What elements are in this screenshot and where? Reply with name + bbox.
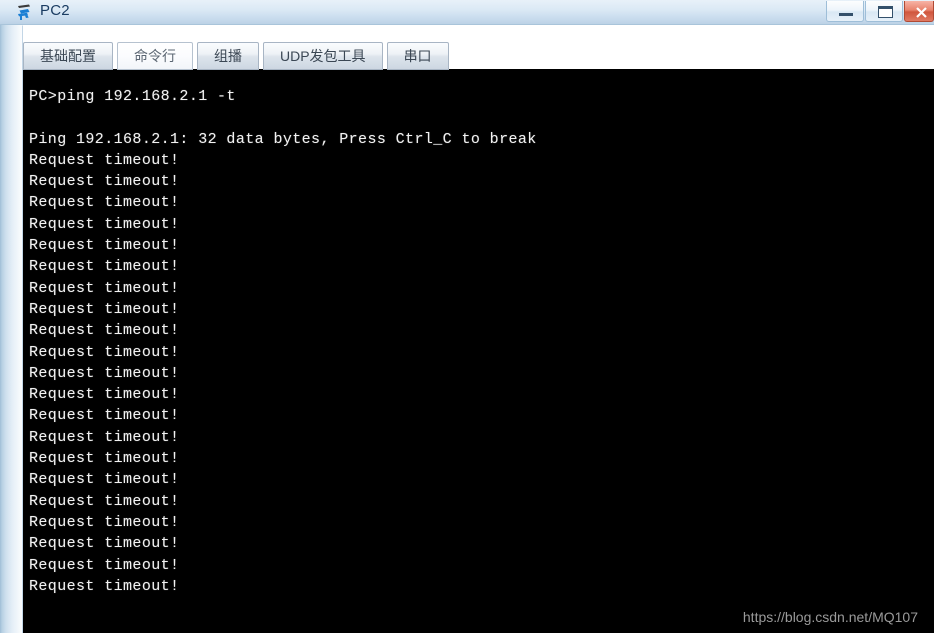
minimize-icon — [839, 13, 853, 16]
console-line: Request timeout! — [29, 577, 180, 595]
tab-serial-port[interactable]: 串口 — [386, 42, 449, 70]
console-line: Request timeout! — [29, 194, 180, 212]
tab-multicast[interactable]: 组播 — [197, 42, 259, 70]
console-lines: PC>ping 192.168.2.1 -t Ping 192.168.2.1:… — [29, 86, 934, 633]
console-line: Request timeout! — [29, 237, 180, 255]
tab-strip: 基础配置 命令行 组播 UDP发包工具 串口 — [23, 38, 934, 70]
console-line: Request timeout! — [29, 258, 180, 276]
console-line: Request timeout! — [29, 173, 180, 191]
tab-command-line-label: 命令行 — [134, 48, 176, 64]
tab-basic-config-label: 基础配置 — [40, 48, 96, 64]
console-output[interactable]: PC>ping 192.168.2.1 -t Ping 192.168.2.1:… — [23, 69, 934, 633]
console-line: Request timeout! — [29, 535, 180, 553]
tab-udp-tool-label: UDP发包工具 — [280, 48, 366, 64]
tab-multicast-label: 组播 — [214, 48, 242, 64]
close-button[interactable] — [904, 1, 934, 22]
console-line: Request timeout! — [29, 513, 180, 531]
console-line: PC>ping 192.168.2.1 -t — [29, 88, 236, 105]
console-line: Request timeout! — [29, 386, 180, 404]
tab-command-line[interactable]: 命令行 — [117, 42, 193, 70]
title-bar[interactable]: PC2 — [0, 0, 934, 25]
close-icon — [915, 6, 928, 19]
console-line: Request timeout! — [29, 322, 180, 340]
console-line: Request timeout! — [29, 471, 180, 489]
console-line: Request timeout! — [29, 364, 180, 382]
console-line: Request timeout! — [29, 556, 180, 574]
emulator-window: PC2 基础配置 命令行 组播 UDP发包工具 串口 PC>ping 192.1… — [0, 0, 934, 633]
window-controls — [825, 0, 934, 23]
console-line: Request timeout! — [29, 450, 180, 468]
tab-udp-tool[interactable]: UDP发包工具 — [263, 42, 383, 70]
console-line: Request timeout! — [29, 343, 180, 361]
console-line: Request timeout! — [29, 151, 180, 169]
console-line: Request timeout! — [29, 279, 180, 297]
console-line: Request timeout! — [29, 300, 180, 318]
maximize-icon — [878, 6, 893, 18]
console-line: Request timeout! — [29, 428, 180, 446]
window-left-border — [0, 0, 22, 633]
watermark-text: https://blog.csdn.net/MQ107 — [742, 609, 918, 625]
console-line: Request timeout! — [29, 407, 180, 425]
pc-device-icon — [16, 3, 35, 22]
tab-serial-port-label: 串口 — [403, 48, 432, 64]
console-line: Request timeout! — [29, 215, 180, 233]
maximize-button[interactable] — [865, 1, 903, 22]
minimize-button[interactable] — [826, 1, 864, 22]
tab-basic-config[interactable]: 基础配置 — [23, 42, 113, 70]
window-title: PC2 — [40, 2, 70, 19]
console-line: Ping 192.168.2.1: 32 data bytes, Press C… — [29, 130, 537, 148]
console-line: Request timeout! — [29, 492, 180, 510]
